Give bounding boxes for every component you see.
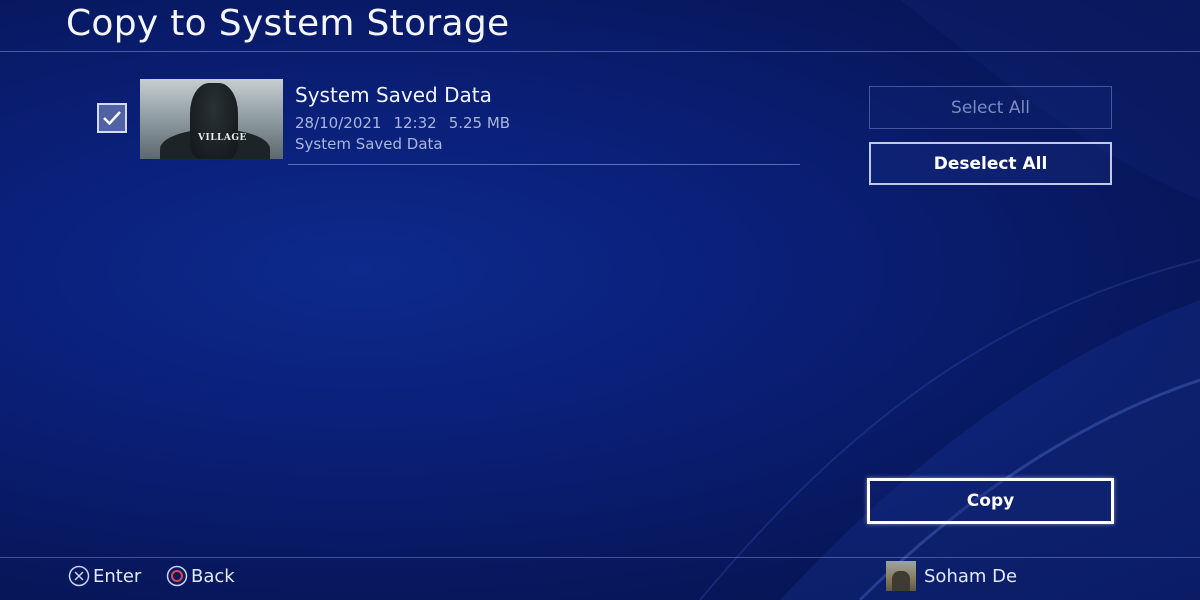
cross-button-icon (68, 565, 90, 587)
item-checkbox[interactable] (97, 103, 127, 133)
title-divider (0, 51, 1200, 52)
deselect-all-button[interactable]: Deselect All (869, 142, 1112, 185)
thumbnail-figure-head (190, 83, 238, 159)
item-date: 28/10/2021 (295, 114, 382, 132)
select-all-button[interactable]: Select All (869, 86, 1112, 129)
item-time: 12:32 (393, 114, 437, 132)
back-label: Back (191, 565, 235, 587)
footer-divider (0, 557, 1200, 558)
thumbnail-logo: VILLAGE (198, 133, 247, 143)
screen: Copy to System Storage VILLAGE System Sa… (0, 0, 1200, 600)
circle-button-icon (166, 565, 188, 587)
avatar (886, 561, 916, 591)
user-profile: Soham De (886, 561, 1017, 591)
item-subtitle: System Saved Data (295, 135, 443, 153)
enter-hint: Enter (68, 565, 141, 587)
item-size: 5.25 MB (448, 114, 511, 132)
page-title: Copy to System Storage (66, 3, 510, 44)
item-meta: 28/10/2021 12:32 5.25 MB (295, 114, 522, 132)
back-hint: Back (166, 565, 235, 587)
enter-label: Enter (93, 565, 142, 587)
game-thumbnail: VILLAGE (140, 79, 283, 159)
item-title[interactable]: System Saved Data (295, 83, 492, 107)
checkmark-icon (103, 111, 121, 126)
user-name: Soham De (924, 565, 1018, 587)
item-divider (288, 164, 800, 165)
copy-button[interactable]: Copy (867, 478, 1114, 524)
